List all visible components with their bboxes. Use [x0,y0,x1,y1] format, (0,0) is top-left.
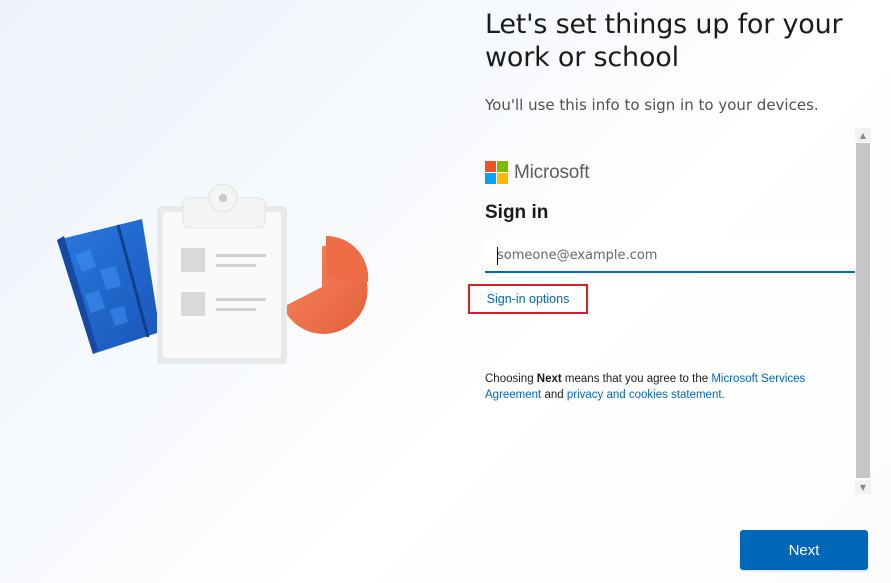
email-field-wrapper [485,239,855,273]
signin-panel: Microsoft Sign in Sign-in options Choosi… [468,128,871,494]
notebook-icon [57,219,160,354]
microsoft-logo-icon [485,161,508,184]
signin-options-link[interactable]: Sign-in options [487,292,570,306]
agreement-middle: means that you agree to the [561,373,712,385]
text-caret [497,247,498,265]
agreement-bold: Next [536,373,562,385]
agreement-and: and [541,389,567,401]
signin-options-highlight: Sign-in options [468,284,588,314]
scroll-thumb[interactable] [856,143,870,478]
page-subtitle: You'll use this info to sign in to your … [485,96,819,114]
scroll-down-icon[interactable]: ▼ [855,480,871,494]
microsoft-logo: Microsoft [485,161,589,184]
privacy-statement-link[interactable]: privacy and cookies statement [567,389,722,401]
scroll-up-icon[interactable]: ▲ [855,128,871,142]
panel-scrollbar[interactable]: ▲ ▼ [855,128,871,494]
page-title: Let's set things up for your work or sch… [485,9,843,73]
agreement-text: Choosing Next means that you agree to th… [485,371,840,403]
agreement-prefix: Choosing [485,373,537,385]
setup-illustration [57,183,369,364]
signin-heading: Sign in [485,202,549,223]
pie-chart-icon [283,235,369,334]
email-field[interactable] [485,239,855,271]
next-button[interactable]: Next [740,530,868,570]
clipboard-icon [157,183,287,364]
agreement-suffix: . [721,389,725,401]
brand-name: Microsoft [514,161,590,183]
